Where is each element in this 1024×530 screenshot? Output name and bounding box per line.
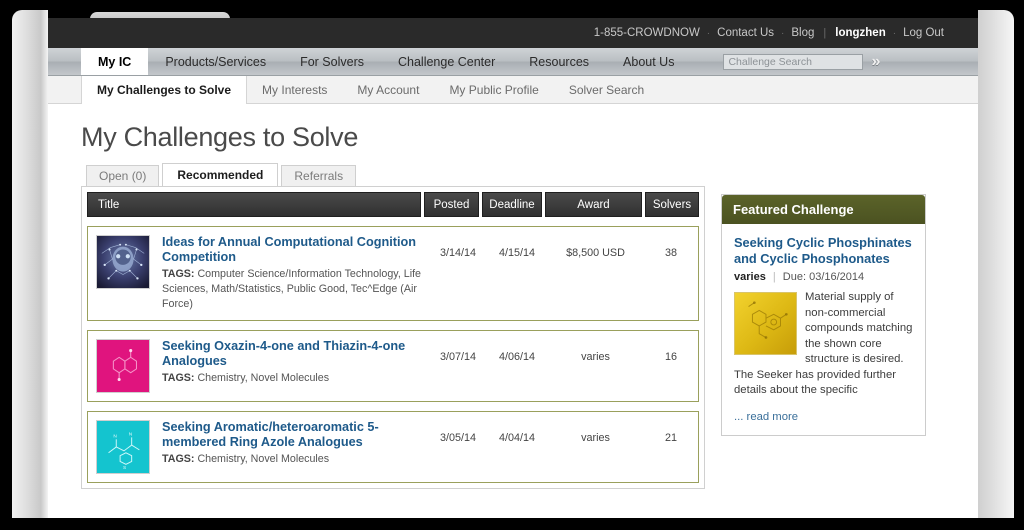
content-columns: Title Posted Deadline Award Solvers Idea… <box>81 186 978 489</box>
cell-deadline: 4/15/14 <box>498 247 536 259</box>
pink-molecule-thumbnail <box>96 339 150 393</box>
table-row[interactable]: Seeking Oxazin-4-one and Thiazin-4-one A… <box>87 330 699 402</box>
svg-text:N: N <box>129 431 133 437</box>
svg-text:N: N <box>113 433 117 439</box>
challenge-search-input[interactable] <box>723 53 864 70</box>
cell-posted: 3/07/14 <box>439 351 477 363</box>
teal-molecule-thumbnail: N N S <box>96 420 150 474</box>
nav-item-for-solvers[interactable]: For Solvers <box>283 48 381 75</box>
username-label[interactable]: longzhen <box>835 27 885 39</box>
challenge-tabs: Open (0) Recommended Referrals <box>86 163 978 186</box>
tags-value: Chemistry, Novel Molecules <box>197 372 330 384</box>
column-header-deadline[interactable]: Deadline <box>482 192 542 217</box>
challenge-tags: TAGS: Computer Science/Information Techn… <box>162 267 423 312</box>
row-main-content: Ideas for Annual Computational Cognition… <box>162 235 429 312</box>
search-submit-chevron-icon[interactable]: » <box>871 53 880 70</box>
separator-pipe: | <box>772 271 776 283</box>
separator-dot: · <box>892 27 897 39</box>
utility-bar: 1-855-CROWDNOW · Contact Us · Blog | lon… <box>48 18 978 48</box>
window-frame-right <box>978 10 1014 522</box>
nav-item-about-us[interactable]: About Us <box>606 48 691 75</box>
contact-us-link[interactable]: Contact Us <box>717 27 774 39</box>
cell-award: $8,500 USD <box>566 247 625 259</box>
featured-challenge-panel: Featured Challenge Seeking Cyclic Phosph… <box>721 194 926 436</box>
featured-award: varies <box>734 271 766 283</box>
nav-item-challenge-center[interactable]: Challenge Center <box>381 48 512 75</box>
featured-challenge-title-link[interactable]: Seeking Cyclic Phosphinates and Cyclic P… <box>734 235 913 267</box>
nav-search-group: » <box>723 48 880 75</box>
subnav-item-my-challenges-to-solve[interactable]: My Challenges to Solve <box>81 76 248 104</box>
read-more-link[interactable]: ... read more <box>734 411 913 423</box>
browser-window: 1-855-CROWDNOW · Contact Us · Blog | lon… <box>0 0 1024 530</box>
nav-item-my-ic[interactable]: My IC <box>81 48 149 75</box>
tags-value: Computer Science/Information Technology,… <box>162 268 422 310</box>
table-header-row: Title Posted Deadline Award Solvers <box>87 192 699 217</box>
log-out-link[interactable]: Log Out <box>903 27 944 39</box>
tags-value: Chemistry, Novel Molecules <box>197 453 330 465</box>
separator-pipe: | <box>823 27 827 39</box>
tab-referrals[interactable]: Referrals <box>281 165 357 186</box>
nav-item-products-services[interactable]: Products/Services <box>148 48 283 75</box>
cell-posted: 3/14/14 <box>439 247 477 259</box>
main-navigation: My IC Products/Services For Solvers Chal… <box>48 48 978 76</box>
window-frame-bottom <box>0 518 1024 530</box>
tags-label: TAGS: <box>162 372 195 384</box>
subnav-item-solver-search[interactable]: Solver Search <box>554 76 659 103</box>
cell-solvers: 16 <box>664 351 677 363</box>
featured-challenge-meta: varies | Due: 03/16/2014 <box>734 271 913 283</box>
challenge-title-link[interactable]: Ideas for Annual Computational Cognition… <box>162 235 423 265</box>
table-row[interactable]: Ideas for Annual Computational Cognition… <box>87 226 699 321</box>
cell-award: varies <box>581 351 610 363</box>
window-frame-left <box>12 10 48 522</box>
page-viewport: 1-855-CROWDNOW · Contact Us · Blog | lon… <box>48 18 978 518</box>
challenge-title-link[interactable]: Seeking Aromatic/heteroaromatic 5-member… <box>162 420 423 450</box>
separator-dot: · <box>781 27 785 39</box>
column-header-solvers[interactable]: Solvers <box>645 192 699 217</box>
challenges-table: Title Posted Deadline Award Solvers Idea… <box>81 186 705 489</box>
featured-challenge-description-block: Material supply of non-commercial compou… <box>734 290 913 399</box>
challenge-title-link[interactable]: Seeking Oxazin-4-one and Thiazin-4-one A… <box>162 339 423 369</box>
table-row[interactable]: N N S Seeking Aromatic/heteroaromatic 5-… <box>87 411 699 483</box>
gold-molecule-thumbnail <box>734 292 797 355</box>
featured-challenge-heading: Featured Challenge <box>722 195 925 224</box>
challenges-table-column: Title Posted Deadline Award Solvers Idea… <box>81 186 705 489</box>
sub-navigation: My Challenges to Solve My Interests My A… <box>48 76 978 104</box>
tab-recommended[interactable]: Recommended <box>162 163 279 186</box>
featured-due-date: Due: 03/16/2014 <box>782 271 865 283</box>
cell-award: varies <box>581 432 610 444</box>
tab-open[interactable]: Open (0) <box>86 165 160 186</box>
blog-link[interactable]: Blog <box>791 27 814 39</box>
page-title: My Challenges to Solve <box>81 122 359 152</box>
subnav-item-my-interests[interactable]: My Interests <box>247 76 342 103</box>
cell-deadline: 4/06/14 <box>498 351 536 363</box>
column-header-title[interactable]: Title <box>87 192 421 217</box>
challenge-tags: TAGS: Chemistry, Novel Molecules <box>162 371 423 386</box>
challenge-tags: TAGS: Chemistry, Novel Molecules <box>162 452 423 467</box>
sidebar-column: Featured Challenge Seeking Cyclic Phosph… <box>721 194 926 489</box>
subnav-item-my-account[interactable]: My Account <box>342 76 434 103</box>
featured-challenge-body: Seeking Cyclic Phosphinates and Cyclic P… <box>722 224 925 435</box>
cell-solvers: 21 <box>664 432 677 444</box>
row-main-content: Seeking Oxazin-4-one and Thiazin-4-one A… <box>162 339 429 386</box>
separator-dot: · <box>706 27 711 39</box>
tags-label: TAGS: <box>162 453 195 465</box>
row-main-content: Seeking Aromatic/heteroaromatic 5-member… <box>162 420 429 467</box>
cell-posted: 3/05/14 <box>439 432 477 444</box>
cell-solvers: 38 <box>664 247 677 259</box>
column-header-award[interactable]: Award <box>545 192 642 217</box>
column-header-posted[interactable]: Posted <box>424 192 479 217</box>
phone-number: 1-855-CROWDNOW <box>593 27 700 39</box>
subnav-item-my-public-profile[interactable]: My Public Profile <box>434 76 553 103</box>
svg-text:S: S <box>123 465 126 471</box>
nav-item-resources[interactable]: Resources <box>512 48 606 75</box>
cell-deadline: 4/04/14 <box>498 432 536 444</box>
main-content: My Challenges to Solve Open (0) Recommen… <box>48 104 978 518</box>
tags-label: TAGS: <box>162 268 195 280</box>
brain-network-thumbnail <box>96 235 150 289</box>
